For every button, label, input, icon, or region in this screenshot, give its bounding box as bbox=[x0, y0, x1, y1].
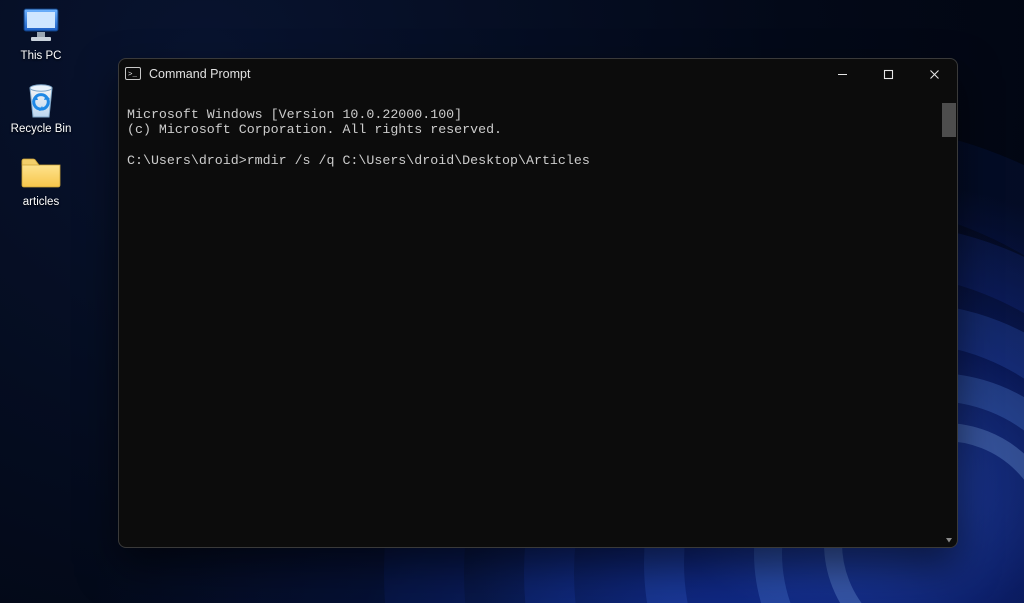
command-prompt-window: >_ Command Prompt Micr bbox=[118, 58, 958, 548]
desktop-icon-label: This PC bbox=[21, 50, 62, 63]
titlebar[interactable]: >_ Command Prompt bbox=[119, 59, 957, 89]
desktop-icons: This PC bbox=[4, 6, 78, 210]
desktop-icon-label: articles bbox=[23, 196, 59, 209]
svg-text:>_: >_ bbox=[128, 71, 138, 79]
desktop[interactable]: This PC bbox=[0, 0, 1024, 603]
scroll-thumb[interactable] bbox=[942, 103, 956, 137]
desktop-icon-this-pc[interactable]: This PC bbox=[4, 6, 78, 63]
desktop-icon-recycle-bin[interactable]: Recycle Bin bbox=[4, 79, 78, 136]
console-line: Microsoft Windows [Version 10.0.22000.10… bbox=[127, 107, 462, 122]
console-line: (c) Microsoft Corporation. All rights re… bbox=[127, 122, 502, 137]
recycle-bin-icon bbox=[19, 79, 63, 119]
console-prompt: C:\Users\droid> bbox=[127, 153, 247, 168]
computer-icon bbox=[19, 6, 63, 46]
command-prompt-icon: >_ bbox=[125, 66, 141, 82]
folder-icon bbox=[19, 152, 63, 192]
window-controls bbox=[819, 59, 957, 89]
scrollbar[interactable] bbox=[942, 89, 956, 547]
desktop-icon-articles[interactable]: articles bbox=[4, 152, 78, 209]
close-button[interactable] bbox=[911, 59, 957, 89]
console-body[interactable]: Microsoft Windows [Version 10.0.22000.10… bbox=[119, 89, 957, 547]
window-title: Command Prompt bbox=[149, 67, 250, 81]
minimize-button[interactable] bbox=[819, 59, 865, 89]
scroll-down-icon[interactable] bbox=[942, 533, 956, 547]
desktop-icon-label: Recycle Bin bbox=[11, 123, 72, 136]
maximize-button[interactable] bbox=[865, 59, 911, 89]
console-command[interactable]: rmdir /s /q C:\Users\droid\Desktop\Artic… bbox=[247, 153, 590, 168]
